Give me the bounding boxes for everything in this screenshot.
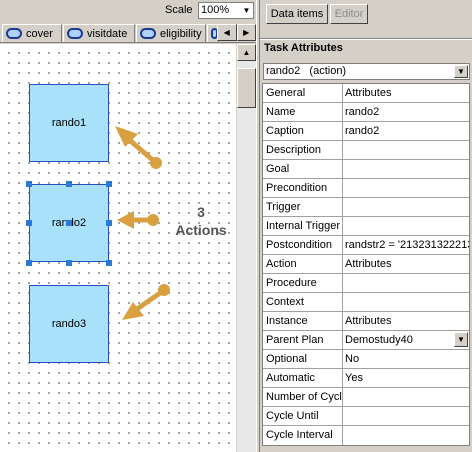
attr-value[interactable] — [343, 160, 469, 178]
diagram-pane: Scale 100% ▼ cover visitdate eligibility… — [0, 0, 258, 452]
actions-annotation: 3 Actions — [175, 204, 227, 238]
task-select-value: rando2 (action) — [266, 65, 347, 77]
arrow-tail-icon — [158, 284, 170, 296]
attr-key: Automatic — [263, 369, 343, 387]
parent-plan-value: Demostudy40 — [345, 334, 413, 346]
table-row[interactable]: Instance Attributes — [263, 312, 469, 331]
table-row[interactable]: Parent Plan Demostudy40 ▼ — [263, 331, 469, 350]
attr-key: Parent Plan — [263, 331, 343, 349]
attr-value[interactable]: Yes — [343, 369, 469, 387]
attr-key: Action — [263, 255, 343, 273]
task-select[interactable]: rando2 (action) ▼ — [263, 63, 470, 80]
attr-key: Procedure — [263, 274, 343, 292]
chevron-down-icon[interactable]: ▼ — [454, 65, 468, 78]
attr-value[interactable]: Demostudy40 ▼ — [343, 331, 469, 349]
attributes-pane: Data items Editor Task Attributes rando2… — [260, 0, 472, 452]
attr-value[interactable] — [343, 293, 469, 311]
table-row[interactable]: Optional No — [263, 350, 469, 369]
table-row[interactable]: Trigger — [263, 198, 469, 217]
attr-value[interactable]: randstr2 = '21323132221323 — [343, 236, 469, 254]
table-row[interactable]: Caption rando2 — [263, 122, 469, 141]
data-items-button[interactable]: Data items — [266, 4, 328, 24]
attr-key: Cycle Interval — [263, 426, 343, 445]
table-row[interactable]: Cycle Interval — [263, 426, 469, 445]
attr-value[interactable]: No — [343, 350, 469, 368]
panel-title: Task Attributes — [264, 42, 343, 54]
attr-key: Number of Cycles — [263, 388, 343, 406]
attr-value[interactable]: Attributes — [343, 312, 469, 330]
table-row[interactable]: Goal — [263, 160, 469, 179]
attr-value[interactable] — [343, 274, 469, 292]
attr-key: Goal — [263, 160, 343, 178]
table-row[interactable]: Postconditionrandstr2 = '21323132221323 — [263, 236, 469, 255]
attr-value[interactable] — [343, 388, 469, 406]
chevron-down-icon[interactable]: ▼ — [454, 332, 468, 347]
attr-value[interactable] — [343, 179, 469, 197]
table-row[interactable]: Context — [263, 293, 469, 312]
arrow-icon — [131, 288, 166, 314]
attr-value[interactable]: rando2 — [343, 103, 469, 121]
table-row[interactable]: Automatic Yes — [263, 369, 469, 388]
attr-key: Internal Trigger — [263, 217, 343, 235]
arrow-tail-icon — [147, 214, 159, 226]
attr-value[interactable] — [343, 426, 469, 445]
attr-key: Name — [263, 103, 343, 121]
attr-value[interactable] — [343, 141, 469, 159]
table-row[interactable]: Procedure — [263, 274, 469, 293]
arrowhead-icon — [117, 211, 134, 229]
attr-key: Trigger — [263, 198, 343, 216]
table-row[interactable]: Number of Cycles — [263, 388, 469, 407]
attr-key: Cycle Until — [263, 407, 343, 425]
editor-button[interactable]: Editor — [330, 4, 368, 24]
attr-value[interactable] — [343, 217, 469, 235]
table-row[interactable]: Internal Trigger — [263, 217, 469, 236]
attr-key: Context — [263, 293, 343, 311]
table-row[interactable]: General Attributes — [263, 84, 469, 103]
attr-value[interactable] — [343, 198, 469, 216]
table-row[interactable]: Cycle Until — [263, 407, 469, 426]
attr-key: Precondition — [263, 179, 343, 197]
table-row[interactable]: Precondition — [263, 179, 469, 198]
attr-key: Description — [263, 141, 343, 159]
attr-key: Postcondition — [263, 236, 343, 254]
attributes-grid: General Attributes Name rando2 Caption rand… — [262, 83, 470, 446]
attr-value[interactable]: rando2 — [343, 122, 469, 140]
attr-key: Caption — [263, 122, 343, 140]
attr-value[interactable]: Attributes — [343, 255, 469, 273]
table-row[interactable]: Name rando2 — [263, 103, 469, 122]
attr-key: Optional — [263, 350, 343, 368]
attr-key: Instance — [263, 312, 343, 330]
attr-key: General — [263, 84, 343, 102]
attr-value[interactable]: Attributes — [343, 84, 469, 102]
attr-value[interactable] — [343, 407, 469, 425]
table-row[interactable]: Description — [263, 141, 469, 160]
divider — [260, 38, 472, 40]
table-row[interactable]: Action Attributes — [263, 255, 469, 274]
arrow-tail-icon — [150, 157, 162, 169]
